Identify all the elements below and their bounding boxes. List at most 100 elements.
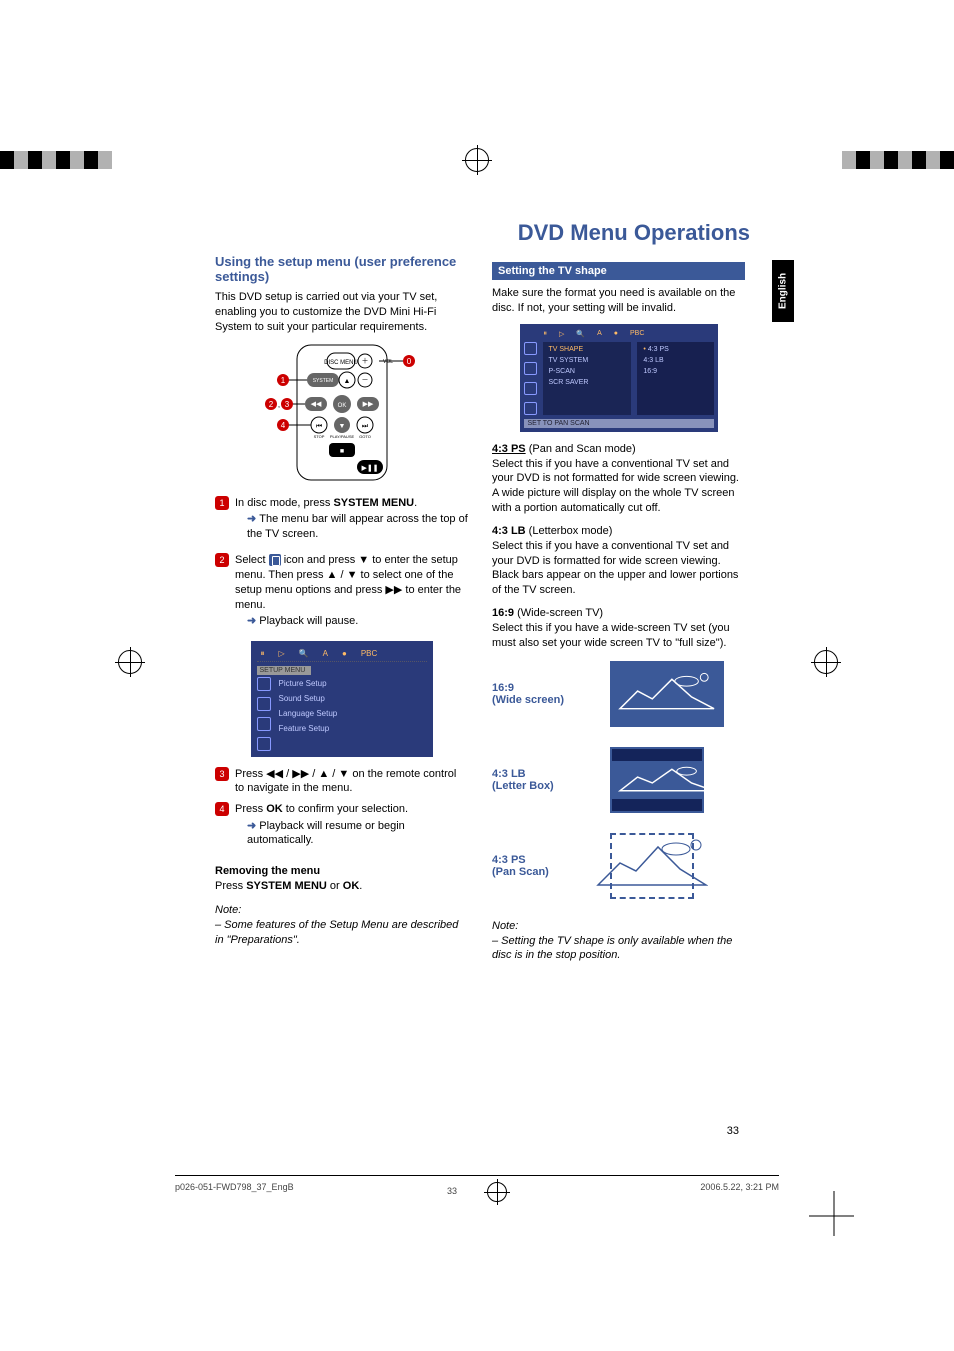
osd2-top-3: A [597,330,602,338]
remove-e: . [359,880,362,892]
landscape-icon [618,669,716,719]
osd2-right-0: 4:3 PS [643,346,707,353]
crosshair-left-icon [118,650,140,672]
step4-text-a: Press [235,803,266,815]
step4-text-c: to confirm your selection. [283,803,408,815]
osd-top-1: ▷ [279,649,285,659]
osd-top-3: A [323,649,328,659]
osd-language-icon [257,717,271,731]
remove-heading: Removing the menu [215,865,320,877]
step-2: 2 Select icon and press ▼ to enter the s… [215,553,468,635]
remote-diagram: DISC MENU ＋ VOL SYSTEM ▲ － ◀◀ OK [257,343,427,486]
osd2-feature-icon [524,402,537,415]
left-note-head: Note: [215,904,241,916]
landscape-icon [596,835,708,897]
osd2-mid-2: P-SCAN [549,368,626,375]
setup-icon [269,554,281,566]
svg-text:＋: ＋ [361,357,368,365]
left-heading: Using the setup menu (user preference se… [215,254,468,284]
tv-16-9-box [610,661,724,727]
svg-text:PLAY/PAUSE: PLAY/PAUSE [329,434,354,439]
w-mode: (Wide-screen TV) [514,607,603,619]
remove-d: OK [343,880,360,892]
svg-text:⏭: ⏭ [361,423,368,430]
osd-icon-col [257,677,271,751]
remove-a: Press [215,880,246,892]
osd-top-4: ● [342,649,347,659]
ps-head: 4:3 PS [492,443,526,455]
osd-item-3: Feature Setup [279,724,427,733]
step-badge-2: 2 [215,553,229,567]
crosshair-right-icon [814,650,836,672]
w-body: Select this if you have a wide-screen TV… [492,622,730,649]
osd-top-5: PBC [361,649,377,659]
lb-head: 4:3 LB [492,525,526,537]
illus-ps: 4:3 PS (Pan Scan) [492,833,745,899]
svg-text:0: 0 [406,357,411,366]
osd2-top-4: ● [614,330,618,338]
svg-text:STOP: STOP [313,434,324,439]
svg-text:▲: ▲ [343,378,350,385]
svg-text:SYSTEM: SYSTEM [312,378,333,384]
osd-top-2: 🔍 [299,649,309,659]
osd-item-list: Picture Setup Sound Setup Language Setup… [279,677,427,751]
step-badge-4: 4 [215,802,229,816]
osd2-picture-icon [524,342,537,355]
svg-text:VOL: VOL [383,359,393,365]
osd2-top-5: PBC [630,330,644,338]
step2-text-a: Select [235,554,269,566]
step-3: 3 Press ◀◀ / ▶▶ / ▲ / ▼ on the remote co… [215,767,468,797]
svg-text:OK: OK [337,403,346,409]
right-column: Setting the TV shape Make sure the forma… [492,210,745,971]
osd2-midcol: TV SHAPE TV SYSTEM P-SCAN SCR SAVER [543,342,632,415]
step1-text-a: In disc mode, press [235,497,333,509]
illus-lb-label: 4:3 LB (Letter Box) [492,768,592,792]
crosshair-icon [487,1182,507,1202]
osd-topbar: ⏸ ▷ 🔍 A ● PBC [257,647,427,662]
svg-text:GOTO: GOTO [359,434,371,439]
right-note-body: – Setting the TV shape is only available… [492,935,732,962]
osd2-foot: SET TO PAN SCAN [524,419,714,428]
osd2-top-0: ⏸ [544,330,548,338]
print-registration-top [0,148,954,172]
illus-ps-label: 4:3 PS (Pan Scan) [492,854,592,878]
step1-text-c: . [414,497,417,509]
osd2-mid-1: TV SYSTEM [549,357,626,364]
svg-text:－: － [361,377,368,384]
osd-tv-shape: ⏸ ▷ 🔍 A ● PBC TV SHAPE [520,324,718,432]
crosshair-icon [465,148,489,172]
remote-svg: DISC MENU ＋ VOL SYSTEM ▲ － ◀◀ OK [257,343,427,483]
left-column: Using the setup menu (user preference se… [215,210,468,971]
footer-mid: 33 [447,1186,457,1196]
language-tab: English [772,260,794,322]
osd-setup-menu: ⏸ ▷ 🔍 A ● PBC SETUP MENU P [251,641,433,757]
w-head: 16:9 [492,607,514,619]
svg-text:▶❚❚: ▶❚❚ [361,464,378,472]
osd2-sound-icon [524,362,537,375]
osd2-mid-0: TV SHAPE [549,346,626,353]
footer-center: 33 [487,1182,507,1206]
osd2-mid-3: SCR SAVER [549,379,626,386]
osd-sound-icon [257,697,271,711]
right-note-head: Note: [492,920,518,932]
osd2-right-2: 16:9 [643,368,707,375]
osd-setup-label: SETUP MENU [257,666,311,675]
osd2-topbar: ⏸ ▷ 🔍 A ● PBC [524,328,714,342]
svg-text:▼: ▼ [338,423,345,430]
svg-text:▶▶: ▶▶ [362,401,373,408]
step-badge-3: 3 [215,767,229,781]
tv-lb-box [610,747,704,813]
illus-lb: 4:3 LB (Letter Box) [492,747,745,813]
step1-bold: SYSTEM MENU [333,497,414,509]
step4-bold: OK [266,803,283,815]
step-1: 1 In disc mode, press SYSTEM MENU. The m… [215,496,468,547]
landscape-icon [618,763,716,797]
osd-top-0: ⏸ [261,649,265,659]
print-footer: p026-051-FWD798_37_EngB 33 2006.5.22, 3:… [175,1175,779,1206]
remove-b: SYSTEM MENU [246,880,327,892]
tv-shape-boxhead: Setting the TV shape [492,262,745,280]
ps-body: Select this if you have a conventional T… [492,458,739,515]
svg-text:■: ■ [339,448,343,455]
step3-text: Press ◀◀ / ▶▶ / ▲ / ▼ on the remote cont… [235,767,468,797]
step4-result: Playback will resume or begin automatica… [247,819,468,848]
